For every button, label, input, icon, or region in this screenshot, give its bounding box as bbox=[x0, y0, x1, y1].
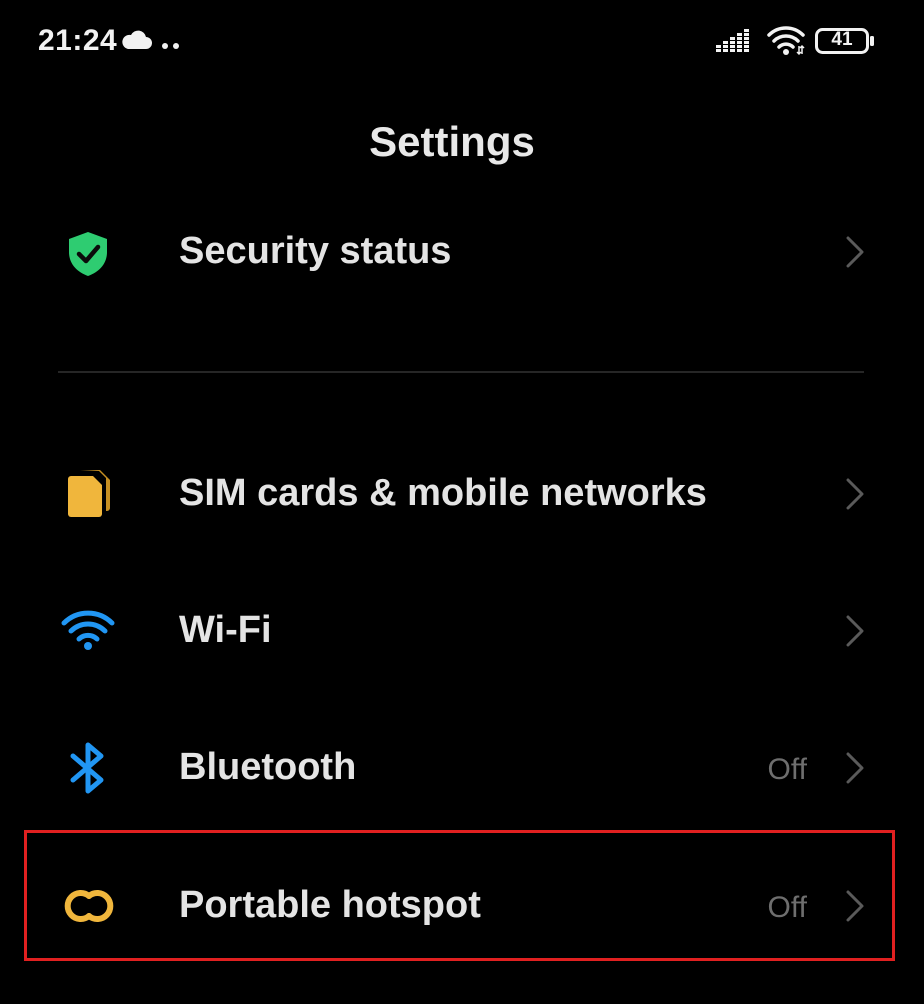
settings-item-label: Security status bbox=[179, 230, 452, 272]
bluetooth-icon bbox=[68, 742, 108, 799]
settings-item-label: SIM cards & mobile networks bbox=[179, 472, 707, 514]
chevron-right-icon bbox=[845, 235, 865, 274]
settings-item-bluetooth[interactable]: Bluetooth Off bbox=[0, 712, 924, 822]
settings-item-portable-hotspot[interactable]: Portable hotspot Off bbox=[0, 850, 924, 960]
chevron-right-icon bbox=[845, 477, 865, 516]
page-title: Settings bbox=[369, 118, 535, 165]
wifi-icon bbox=[60, 609, 116, 656]
status-time: 21:24 bbox=[38, 24, 118, 57]
shield-check-icon bbox=[66, 230, 110, 283]
settings-item-security-status[interactable]: Security status bbox=[0, 198, 924, 308]
settings-item-label: Portable hotspot bbox=[179, 884, 481, 926]
hotspot-icon bbox=[62, 886, 116, 931]
battery-level: 41 bbox=[831, 29, 853, 50]
cloud-icon bbox=[121, 30, 153, 55]
settings-item-wifi[interactable]: Wi-Fi bbox=[0, 575, 924, 685]
chevron-right-icon bbox=[845, 889, 865, 928]
settings-item-value: Off bbox=[767, 753, 807, 786]
sim-card-icon bbox=[66, 468, 112, 523]
cellular-signal-icon bbox=[716, 27, 754, 58]
status-bar: 21:24 41 bbox=[0, 0, 924, 80]
more-dots-icon bbox=[161, 37, 181, 55]
settings-item-sim-cards[interactable]: SIM cards & mobile networks bbox=[0, 438, 924, 548]
chevron-right-icon bbox=[845, 614, 865, 653]
section-divider bbox=[58, 371, 864, 373]
chevron-right-icon bbox=[845, 751, 865, 790]
settings-item-label: Wi-Fi bbox=[179, 609, 272, 651]
wifi-icon bbox=[766, 24, 806, 61]
settings-item-label: Bluetooth bbox=[179, 746, 357, 788]
settings-item-value: Off bbox=[767, 891, 807, 924]
